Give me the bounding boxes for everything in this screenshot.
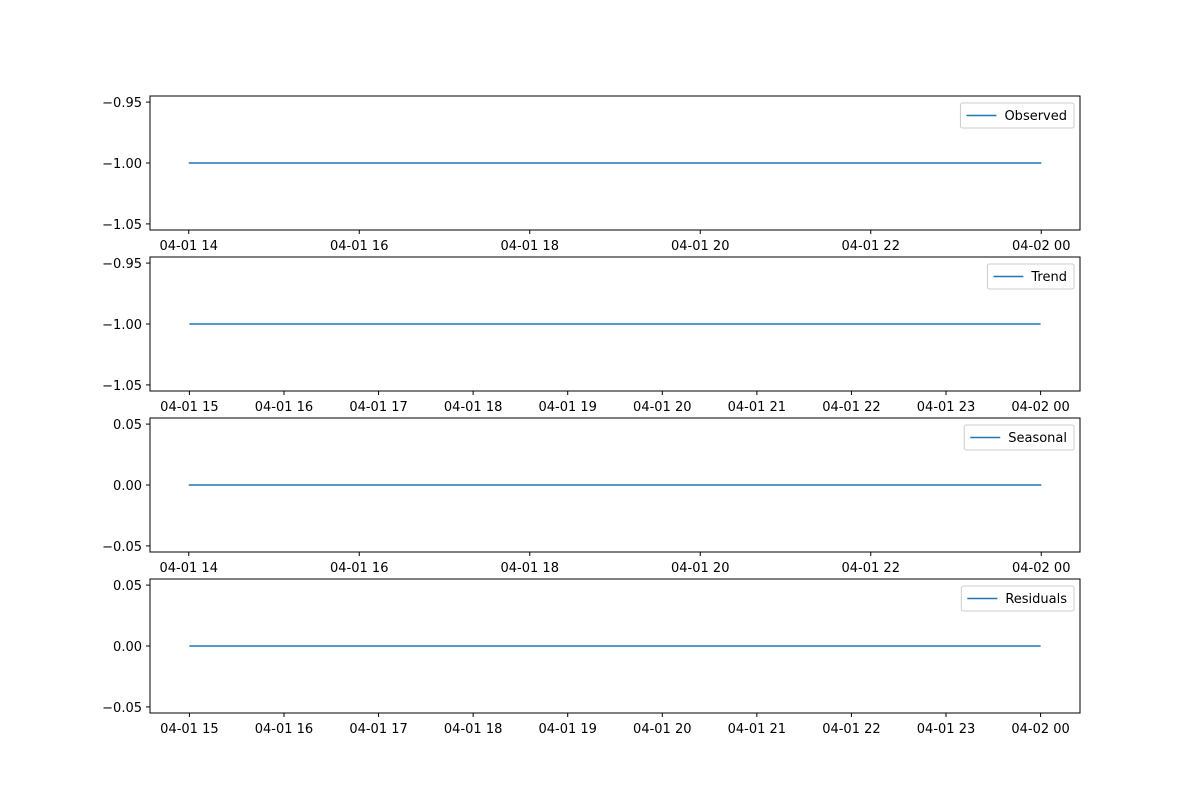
y-tick-label: −1.05 — [102, 218, 142, 233]
decomposition-figure: 04-01 14 04-01 16 04-01 18 04-01 20 04-01 22… — [0, 0, 1200, 800]
legend-label: Residuals — [1005, 592, 1067, 607]
y-tick-label: 0.00 — [113, 640, 142, 655]
x-tick-label: 04-01 16 — [255, 722, 313, 737]
x-tick-label: 04-01 18 — [444, 400, 502, 415]
x-tick-label: 04-01 18 — [444, 722, 502, 737]
y-tick-label: −0.05 — [102, 540, 142, 555]
x-tick-label: 04-01 17 — [349, 400, 407, 415]
y-tick-label: −1.05 — [102, 379, 142, 394]
x-tick-label: 04-01 21 — [728, 722, 786, 737]
legend-label: Seasonal — [1008, 431, 1067, 446]
x-tick-label: 04-02 00 — [1011, 400, 1069, 415]
y-tick-label: −0.95 — [102, 96, 142, 111]
x-tick-label: 04-01 19 — [538, 722, 596, 737]
x-tick-label: 04-01 15 — [160, 722, 218, 737]
x-tick-label: 04-01 23 — [917, 722, 975, 737]
observed-legend: Observed — [959, 102, 1075, 129]
seasonal-legend: Seasonal — [963, 424, 1075, 451]
x-tick-label: 04-01 14 — [160, 561, 218, 576]
x-tick-label: 04-01 22 — [822, 400, 880, 415]
x-tick-label: 04-01 17 — [349, 722, 407, 737]
x-tick-label: 04-02 00 — [1012, 239, 1070, 254]
x-tick-label: 04-01 21 — [728, 400, 786, 415]
y-tick-label: 0.05 — [113, 579, 142, 594]
x-tick-label: 04-01 18 — [501, 239, 559, 254]
residuals-legend: Residuals — [960, 585, 1075, 612]
x-tick-label: 04-01 16 — [255, 400, 313, 415]
y-tick-label: −0.05 — [102, 701, 142, 716]
y-tick-label: −1.00 — [102, 318, 142, 333]
y-tick-label: 0.05 — [113, 418, 142, 433]
y-tick-label: 0.00 — [113, 479, 142, 494]
x-tick-label: 04-01 20 — [671, 561, 729, 576]
y-tick-label: −0.95 — [102, 257, 142, 272]
x-tick-label: 04-01 22 — [822, 722, 880, 737]
trend-legend: Trend — [986, 263, 1075, 290]
x-tick-label: 04-01 22 — [842, 239, 900, 254]
x-tick-label: 04-01 23 — [917, 400, 975, 415]
legend-label: Observed — [1004, 109, 1067, 124]
x-tick-label: 04-02 00 — [1011, 722, 1069, 737]
x-tick-label: 04-01 18 — [501, 561, 559, 576]
x-tick-label: 04-01 20 — [671, 239, 729, 254]
x-tick-label: 04-01 22 — [842, 561, 900, 576]
x-tick-label: 04-01 16 — [330, 239, 388, 254]
x-tick-label: 04-01 20 — [633, 722, 691, 737]
x-tick-label: 04-01 14 — [160, 239, 218, 254]
x-tick-label: 04-02 00 — [1012, 561, 1070, 576]
y-tick-label: −1.00 — [102, 157, 142, 172]
x-tick-label: 04-01 16 — [330, 561, 388, 576]
x-tick-label: 04-01 15 — [160, 400, 218, 415]
x-tick-label: 04-01 20 — [633, 400, 691, 415]
x-tick-label: 04-01 19 — [538, 400, 596, 415]
legend-label: Trend — [1030, 270, 1067, 285]
